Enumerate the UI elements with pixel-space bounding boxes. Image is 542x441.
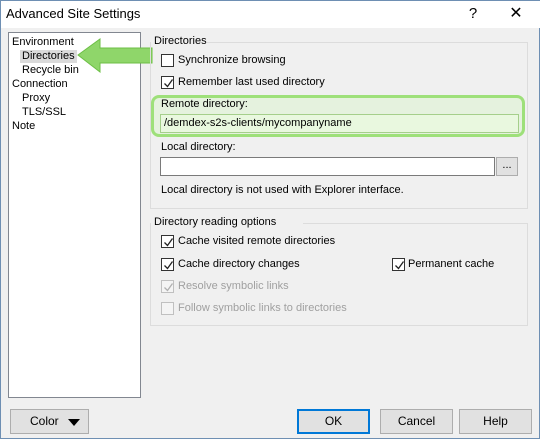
tree-item-proxy[interactable]: Proxy [22, 92, 50, 105]
annotation-arrow-icon [77, 38, 153, 74]
cancel-button[interactable]: Cancel [380, 409, 453, 434]
local-directory-label: Local directory: [161, 141, 236, 153]
tree-item-directories[interactable]: Directories [20, 50, 77, 63]
checkmark-icon [164, 79, 174, 88]
window-title: Advanced Site Settings [6, 6, 141, 21]
remember-directory-checkbox[interactable] [161, 76, 174, 89]
tree-item-recycle-bin[interactable]: Recycle bin [22, 64, 79, 77]
color-button[interactable]: Color [10, 409, 89, 434]
remember-directory-label[interactable]: Remember last used directory [178, 75, 325, 89]
remote-directory-input[interactable]: /demdex-s2s-clients/mycompanyname [160, 114, 519, 133]
title-bar: Advanced Site Settings ? ✕ [1, 1, 541, 28]
permanent-cache-label[interactable]: Permanent cache [408, 257, 494, 271]
resolve-symlinks-label: Resolve symbolic links [178, 280, 289, 292]
local-directory-note: Local directory is not used with Explore… [161, 184, 404, 196]
follow-symlinks-label: Follow symbolic links to directories [178, 302, 347, 314]
tree-item-connection[interactable]: Connection [12, 78, 68, 91]
sync-browsing-checkbox[interactable] [161, 54, 174, 67]
remote-directory-label: Remote directory: [161, 98, 248, 110]
tree-item-tls-ssl[interactable]: TLS/SSL [22, 106, 66, 119]
color-button-label: Color [30, 414, 59, 428]
follow-symlinks-checkbox [161, 302, 174, 315]
cache-visited-checkbox[interactable] [161, 235, 174, 248]
tree-item-environment[interactable]: Environment [12, 36, 74, 49]
sync-browsing-label[interactable]: Synchronize browsing [178, 53, 286, 67]
advanced-site-settings-dialog: Advanced Site Settings ? ✕ Environment D… [0, 0, 541, 439]
checkmark-icon [164, 261, 174, 270]
help-icon[interactable]: ? [463, 4, 483, 24]
tree-item-note[interactable]: Note [12, 120, 35, 133]
help-button[interactable]: Help [459, 409, 532, 434]
cache-visited-label[interactable]: Cache visited remote directories [178, 234, 335, 248]
browse-local-directory-button[interactable]: ... [496, 157, 518, 176]
cache-changes-checkbox[interactable] [161, 258, 174, 271]
checkmark-icon [164, 238, 174, 247]
close-icon[interactable]: ✕ [506, 4, 526, 24]
settings-tree[interactable]: Environment Directories Recycle bin Conn… [8, 32, 141, 398]
checkmark-icon [164, 283, 174, 292]
checkmark-icon [395, 261, 405, 270]
local-directory-input[interactable] [160, 157, 495, 176]
dropdown-arrow-icon [68, 419, 80, 426]
cache-changes-label[interactable]: Cache directory changes [178, 257, 300, 271]
permanent-cache-checkbox[interactable] [392, 258, 405, 271]
resolve-symlinks-checkbox [161, 280, 174, 293]
ok-button[interactable]: OK [297, 409, 370, 434]
